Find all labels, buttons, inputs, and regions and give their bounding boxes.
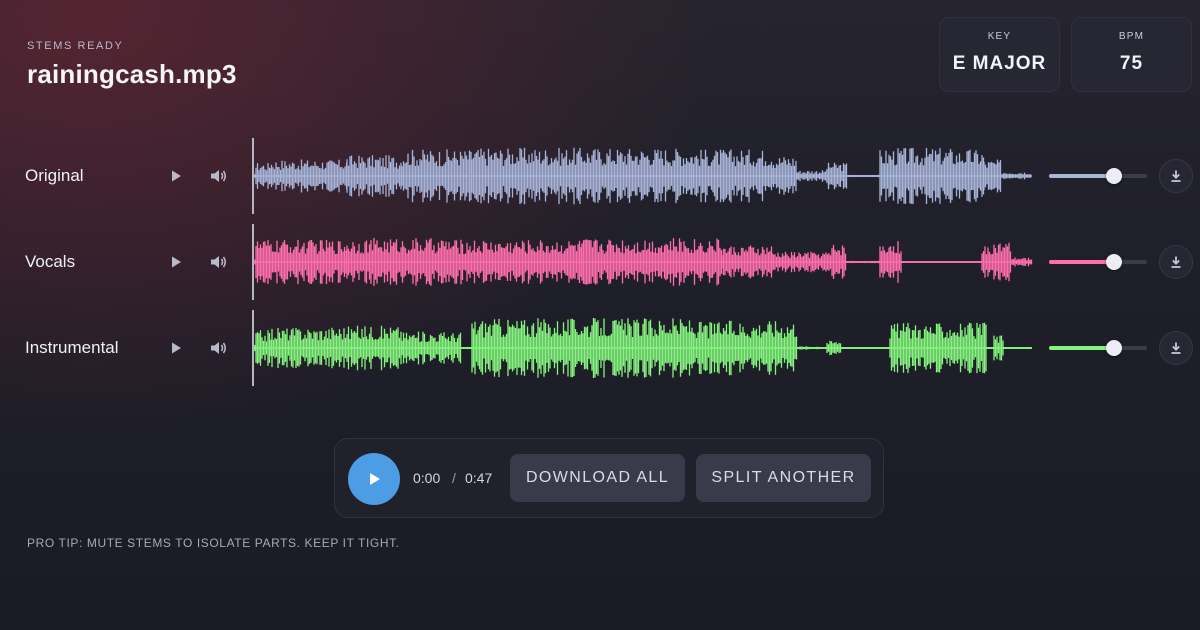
waveform-path xyxy=(252,238,1033,286)
playhead[interactable] xyxy=(252,310,254,386)
slider-knob[interactable] xyxy=(1105,254,1122,270)
slider-knob[interactable] xyxy=(1105,340,1122,356)
track-play-button[interactable] xyxy=(168,254,184,270)
status-label: STEMS READY xyxy=(27,40,124,52)
time-separator: / xyxy=(452,470,456,486)
track-download-button[interactable] xyxy=(1159,331,1193,365)
playhead[interactable] xyxy=(252,138,254,214)
track-name: Instrumental xyxy=(25,338,119,357)
key-card: KEY E MAJOR xyxy=(939,17,1060,92)
track-play-button[interactable] xyxy=(168,340,184,356)
transport-bar: 0:00 / 0:47 DOWNLOAD ALL SPLIT ANOTHER xyxy=(334,438,884,518)
speaker-icon xyxy=(211,170,227,182)
file-title: rainingcash.mp3 xyxy=(27,59,237,89)
slider-knob[interactable] xyxy=(1105,168,1122,184)
speaker-icon xyxy=(211,256,227,268)
slider-fill xyxy=(1049,174,1114,178)
play-icon xyxy=(172,342,181,354)
track-download-button[interactable] xyxy=(1159,159,1193,193)
current-time: 0:00 xyxy=(413,470,441,486)
track-row-vocals: Vocals xyxy=(0,222,1200,302)
split-another-button[interactable]: SPLIT ANOTHER xyxy=(696,454,871,502)
header: STEMS READY rainingcash.mp3 xyxy=(27,40,237,90)
pro-tip: PRO TIP: MUTE STEMS TO ISOLATE PARTS. KE… xyxy=(27,536,400,550)
track-row-instrumental: Instrumental xyxy=(0,308,1200,388)
track-mute-button[interactable] xyxy=(209,167,229,185)
track-play-button[interactable] xyxy=(168,168,184,184)
volume-slider[interactable] xyxy=(1049,253,1147,271)
key-value: E MAJOR xyxy=(952,53,1047,74)
main-play-button[interactable] xyxy=(348,453,400,505)
waveform[interactable] xyxy=(252,136,1034,216)
track-mute-button[interactable] xyxy=(209,339,229,357)
slider-fill xyxy=(1049,346,1114,350)
playhead[interactable] xyxy=(252,224,254,300)
waveform[interactable] xyxy=(252,222,1034,302)
volume-slider[interactable] xyxy=(1049,339,1147,357)
volume-slider[interactable] xyxy=(1049,167,1147,185)
play-icon xyxy=(172,170,181,182)
total-time: 0:47 xyxy=(465,470,493,486)
track-row-original: Original xyxy=(0,136,1200,216)
track-name: Original xyxy=(25,166,84,185)
download-all-button[interactable]: DOWNLOAD ALL xyxy=(510,454,685,502)
slider-fill xyxy=(1049,260,1114,264)
play-icon xyxy=(370,473,380,485)
waveform[interactable] xyxy=(252,308,1034,388)
speaker-icon xyxy=(211,342,227,354)
bpm-label: BPM xyxy=(1118,31,1145,42)
download-icon xyxy=(1171,256,1181,268)
track-mute-button[interactable] xyxy=(209,253,229,271)
waveform-path xyxy=(252,318,1032,378)
key-label: KEY xyxy=(987,31,1012,42)
track-name: Vocals xyxy=(25,252,76,271)
track-download-button[interactable] xyxy=(1159,245,1193,279)
download-icon xyxy=(1171,342,1181,354)
bpm-value: 75 xyxy=(1119,53,1144,74)
bpm-card: BPM 75 xyxy=(1071,17,1192,92)
download-icon xyxy=(1171,170,1181,182)
play-icon xyxy=(172,256,181,268)
